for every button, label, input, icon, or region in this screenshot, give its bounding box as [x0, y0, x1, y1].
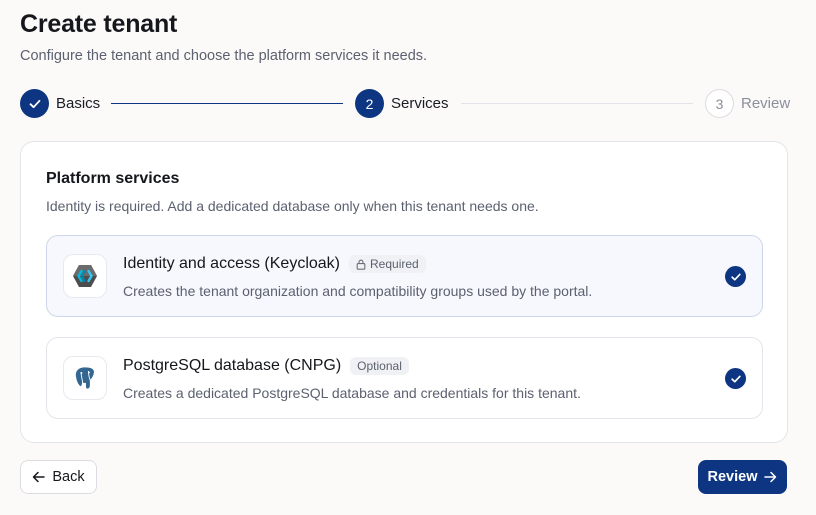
stepper: Basics 2 Services 3 Review: [20, 89, 790, 119]
service-keycloak[interactable]: Identity and access (Keycloak) Required …: [46, 235, 763, 317]
service-description: Creates the tenant organization and comp…: [123, 283, 593, 299]
review-button-label: Review: [707, 469, 758, 485]
step-number: 3: [705, 89, 734, 118]
postgresql-icon: [63, 356, 107, 400]
service-description: Creates a dedicated PostgreSQL database …: [123, 385, 581, 401]
back-button[interactable]: Back: [20, 460, 97, 494]
checkbox-checked[interactable]: [725, 368, 746, 389]
arrow-right-icon: [764, 471, 777, 483]
check-icon: [20, 89, 49, 118]
check-icon: [730, 375, 741, 383]
arrow-left-icon: [33, 471, 46, 483]
service-title: Identity and access (Keycloak): [123, 255, 340, 272]
step-label: Services: [391, 95, 449, 112]
step-number: 2: [355, 89, 384, 118]
page-subtitle: Configure the tenant and choose the plat…: [20, 48, 428, 64]
lock-icon: [356, 259, 366, 270]
badge-label: Optional: [357, 359, 402, 373]
review-button[interactable]: Review: [698, 460, 787, 494]
badge-label: Required: [370, 257, 419, 271]
step-connector: [461, 103, 693, 104]
service-title: PostgreSQL database (CNPG): [123, 357, 342, 374]
step-basics[interactable]: Basics: [20, 89, 100, 118]
keycloak-icon: [63, 254, 107, 298]
check-icon: [730, 273, 741, 281]
card-title: Platform services: [46, 170, 180, 187]
checkbox-checked[interactable]: [725, 266, 746, 287]
step-services[interactable]: 2 Services: [355, 89, 449, 118]
platform-services-card: Platform services Identity is required. …: [20, 141, 788, 443]
back-button-label: Back: [52, 469, 85, 485]
service-postgresql[interactable]: PostgreSQL database (CNPG) Optional Crea…: [46, 337, 763, 419]
required-badge: Required: [349, 255, 426, 273]
card-description: Identity is required. Add a dedicated da…: [46, 198, 539, 214]
step-review[interactable]: 3 Review: [705, 89, 790, 118]
page-title: Create tenant: [20, 10, 178, 38]
step-label: Basics: [56, 95, 101, 112]
optional-badge: Optional: [350, 357, 409, 375]
step-label: Review: [741, 95, 791, 112]
step-connector: [111, 103, 343, 104]
